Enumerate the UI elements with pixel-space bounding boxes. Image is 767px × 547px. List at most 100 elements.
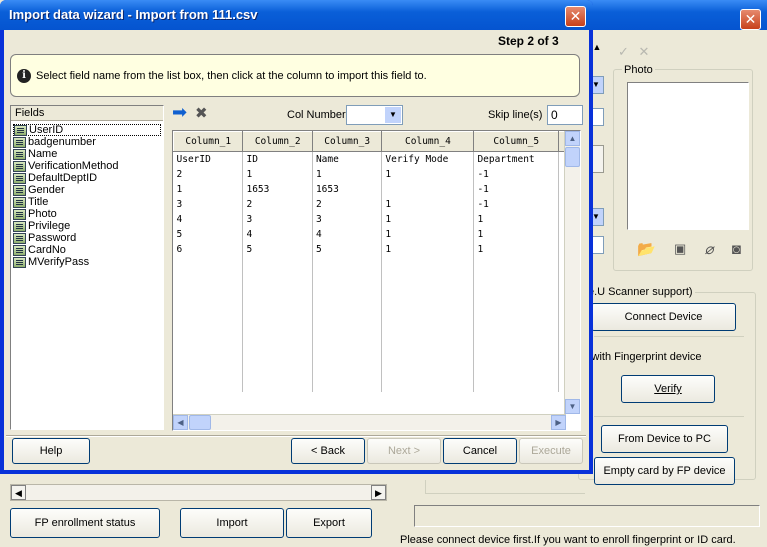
field-item[interactable]: DefaultDeptID bbox=[13, 172, 161, 184]
fields-listbox[interactable]: Fields UserID badgenumber Name Verification… bbox=[10, 105, 164, 430]
table-cell[interactable]: 1 bbox=[473, 241, 559, 257]
hscroll-thumb[interactable] bbox=[189, 415, 211, 430]
table-cell[interactable]: 1 bbox=[473, 226, 559, 242]
table-cell[interactable]: 1 bbox=[381, 241, 475, 257]
table-row[interactable]: 43311 bbox=[173, 211, 566, 227]
table-cell[interactable]: 1653 bbox=[242, 181, 313, 197]
scroll-left-button[interactable]: ◀ bbox=[173, 415, 188, 430]
table-cell[interactable]: -1 bbox=[473, 196, 559, 212]
table-cell[interactable]: 3 bbox=[242, 211, 313, 227]
next-button[interactable]: Next > bbox=[367, 438, 441, 464]
field-item[interactable]: MVerifyPass bbox=[13, 256, 161, 268]
export-button[interactable]: Export bbox=[286, 508, 372, 538]
help-button[interactable]: Help bbox=[12, 438, 90, 464]
arrow-right-icon[interactable]: ➡ bbox=[172, 104, 187, 122]
empty-card-button[interactable]: Empty card by FP device bbox=[594, 457, 735, 485]
table-cell[interactable]: 1653 bbox=[312, 181, 383, 197]
table-cell[interactable]: 3 bbox=[173, 196, 244, 212]
table-row[interactable]: 3 2 2 1 -1 bbox=[173, 196, 566, 212]
table-cell[interactable]: 3 bbox=[312, 211, 383, 227]
verify-button[interactable]: Verify bbox=[621, 375, 715, 403]
table-cell[interactable]: 1 bbox=[312, 166, 383, 182]
cancel-button[interactable]: Cancel bbox=[443, 438, 517, 464]
eraser-icon[interactable]: ⌀ bbox=[705, 240, 714, 258]
table-row[interactable]: 2 1 1 1 -1 bbox=[173, 166, 566, 182]
table-cell[interactable]: UserID bbox=[173, 151, 244, 167]
camera-icon[interactable]: ▣ bbox=[674, 241, 686, 257]
table-cell[interactable]: Name bbox=[312, 151, 383, 167]
field-item[interactable]: CardNo bbox=[13, 244, 161, 256]
field-item[interactable]: VerificationMethod bbox=[13, 160, 161, 172]
table-cell[interactable]: 1 bbox=[381, 226, 475, 242]
scroll-up-button[interactable]: ▲ bbox=[565, 131, 580, 146]
field-item[interactable]: badgenumber bbox=[13, 136, 161, 148]
table-cell[interactable]: 4 bbox=[242, 226, 313, 242]
col-number-select[interactable]: ▼ bbox=[346, 105, 403, 125]
table-row[interactable]: 54411 bbox=[173, 226, 566, 242]
grid-column-header[interactable]: Column_2 bbox=[242, 131, 313, 152]
scroll-thumb[interactable] bbox=[565, 147, 580, 167]
table-cell[interactable] bbox=[381, 181, 475, 197]
table-cell[interactable]: ID bbox=[242, 151, 313, 167]
open-folder-icon[interactable]: 📂 bbox=[637, 240, 656, 258]
grid-column-header[interactable]: Column_3 bbox=[311, 131, 383, 152]
grid-column-header[interactable]: Column_1 bbox=[173, 131, 244, 152]
back-button[interactable]: < Back bbox=[291, 438, 365, 464]
scroll-right-button[interactable]: ▶ bbox=[551, 415, 566, 430]
table-cell[interactable]: 1 bbox=[381, 211, 475, 227]
skip-lines-input[interactable]: 0 bbox=[547, 105, 583, 125]
table-cell[interactable]: 1 bbox=[381, 196, 475, 212]
table-cell[interactable]: 5 bbox=[312, 241, 383, 257]
grid-vscrollbar[interactable]: ▲ ▼ bbox=[564, 131, 580, 414]
field-item[interactable]: Gender bbox=[13, 184, 161, 196]
grid-column-header[interactable]: Column_5 bbox=[473, 131, 559, 152]
table-cell[interactable]: 4 bbox=[312, 226, 383, 242]
from-device-to-pc-button[interactable]: From Device to PC bbox=[601, 425, 728, 453]
table-cell[interactable]: 2 bbox=[242, 196, 313, 212]
table-cell[interactable]: 1 bbox=[381, 166, 475, 182]
table-cell[interactable]: 4 bbox=[173, 211, 244, 227]
field-item[interactable]: Photo bbox=[13, 208, 161, 220]
import-wizard-dialog: Import data wizard - Import from 111.csv… bbox=[0, 0, 593, 474]
field-item[interactable]: UserID bbox=[13, 124, 161, 136]
table-cell[interactable]: Department bbox=[473, 151, 559, 167]
fields-header: Fields bbox=[11, 106, 163, 121]
scroll-left-arrow[interactable]: ◀ bbox=[11, 485, 26, 500]
table-cell bbox=[312, 256, 383, 272]
execute-button[interactable]: Execute bbox=[519, 438, 583, 464]
field-item[interactable]: Privilege bbox=[13, 220, 161, 232]
grid-column-header[interactable]: Column_4 bbox=[381, 131, 475, 152]
table-row[interactable]: 1 1653 1653 -1 bbox=[173, 181, 566, 197]
table-cell[interactable]: 6 bbox=[173, 241, 244, 257]
field-item[interactable]: Name bbox=[13, 148, 161, 160]
instruction-text: Select field name from the list box, the… bbox=[36, 69, 427, 82]
table-cell bbox=[242, 316, 313, 332]
grid-hscrollbar[interactable]: ◀ ▶ bbox=[173, 414, 566, 430]
table-cell bbox=[242, 286, 313, 302]
table-cell[interactable]: -1 bbox=[473, 181, 559, 197]
dialog-close-button[interactable]: ✕ bbox=[565, 6, 586, 27]
table-cell[interactable]: 5 bbox=[242, 241, 313, 257]
table-cell[interactable]: 1 bbox=[473, 211, 559, 227]
table-cell[interactable]: 1 bbox=[173, 181, 244, 197]
table-cell[interactable]: 5 bbox=[173, 226, 244, 242]
parent-close-button[interactable]: ✕ bbox=[740, 9, 761, 30]
webcam-icon[interactable]: ◙ bbox=[732, 241, 741, 258]
table-cell[interactable]: Verify Mode bbox=[381, 151, 475, 167]
horizontal-scrollbar[interactable]: ◀ ▶ bbox=[10, 484, 387, 501]
table-cell[interactable]: 2 bbox=[173, 166, 244, 182]
field-item[interactable]: Title bbox=[13, 196, 161, 208]
table-row[interactable]: 65511 bbox=[173, 241, 566, 257]
table-cell[interactable]: 1 bbox=[242, 166, 313, 182]
delete-x-icon[interactable]: ✖ bbox=[195, 104, 208, 122]
table-cell[interactable]: -1 bbox=[473, 166, 559, 182]
table-row[interactable]: UserID ID Name Verify Mode Department bbox=[173, 151, 566, 167]
data-grid[interactable]: Column_1 Column_2 Column_3 Column_4 Column_5… bbox=[172, 130, 581, 431]
connect-device-button[interactable]: Connect Device bbox=[591, 303, 736, 331]
scroll-right-arrow[interactable]: ▶ bbox=[371, 485, 386, 500]
import-button[interactable]: Import bbox=[180, 508, 284, 538]
scroll-down-button[interactable]: ▼ bbox=[565, 399, 580, 414]
table-cell[interactable]: 2 bbox=[312, 196, 383, 212]
fp-enrollment-status-button[interactable]: FP enrollment status bbox=[10, 508, 160, 538]
field-item[interactable]: Password bbox=[13, 232, 161, 244]
